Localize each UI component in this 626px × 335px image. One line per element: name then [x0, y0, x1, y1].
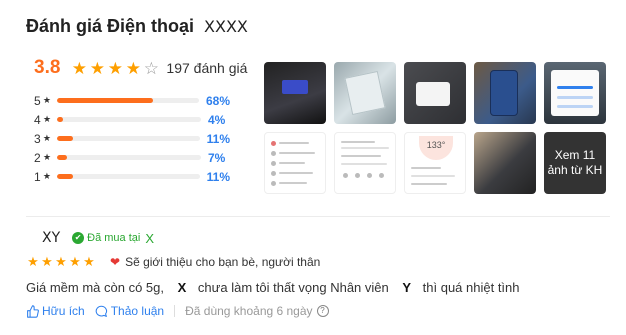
help-icon[interactable]: ?	[316, 305, 329, 317]
photo-thumb-5[interactable]	[544, 62, 606, 124]
rating-bar-fill	[57, 155, 68, 160]
star-filled-icon: ★	[107, 58, 124, 78]
star-icon: ★	[43, 152, 52, 162]
photo-thumb-3[interactable]	[404, 62, 466, 124]
star-filled-icon: ★	[27, 254, 39, 269]
heart-icon: ❤	[110, 255, 121, 269]
rating-bar-row[interactable]: 4 ★ 4%	[34, 110, 230, 129]
review-text-part1: Giá mềm mà còn có 5g,	[26, 280, 164, 295]
photo-thumb-7[interactable]	[334, 132, 396, 194]
helpful-button[interactable]: Hữu ích	[26, 304, 85, 318]
rating-bar-fill	[56, 98, 154, 103]
page-title: Đánh giá Điện thoại	[26, 16, 195, 36]
star-filled-icon: ★	[41, 254, 53, 269]
star-icon: ★	[42, 133, 51, 143]
rating-bar-track	[57, 117, 201, 122]
view-more-line2: ảnh từ KH	[547, 163, 603, 177]
rating-bar-stars: 4	[34, 112, 41, 127]
photo-thumb-1[interactable]	[264, 62, 326, 124]
review-count[interactable]: 197 đánh giá	[166, 60, 247, 76]
rating-bar-percent: 11%	[206, 169, 230, 184]
review-rating: ★ ★ ★ ★ ★ ❤ Sẽ giới thiệu cho bạn bè, người …	[26, 255, 320, 270]
photo-thumb-9[interactable]	[474, 132, 536, 194]
product-name: XXXX	[204, 17, 248, 36]
divider	[26, 216, 610, 217]
purchase-badge: ✔ Đã mua tại X	[72, 231, 154, 246]
star-filled-icon: ★	[125, 58, 142, 78]
star-icon: ★	[42, 95, 51, 105]
average-stars: ★ ★ ★ ★ ☆	[70, 60, 160, 77]
star-icon: ★	[42, 171, 51, 181]
discuss-button[interactable]: Thảo luận	[95, 304, 164, 318]
review-text-part3: thì quá nhiệt tình	[422, 280, 520, 295]
check-icon: ✔	[72, 232, 85, 244]
rating-bar-fill	[56, 174, 73, 179]
star-filled-icon: ★	[89, 58, 106, 78]
rating-bar-row[interactable]: 5 ★ 68%	[34, 91, 230, 110]
rating-bar-track	[57, 155, 201, 160]
rating-bar-stars: 3	[34, 131, 41, 146]
rating-distribution: 5 ★ 68% 4 ★ 4% 3 ★ 11% 2 ★ 7% 1 ★ 11%	[34, 91, 230, 186]
star-filled-icon: ★	[55, 254, 67, 269]
star-filled-icon: ★	[69, 254, 81, 269]
review-author: XY	[42, 230, 61, 246]
rating-bar-row[interactable]: 2 ★ 7%	[34, 148, 230, 167]
rating-bar-stars: 2	[34, 150, 41, 165]
rating-summary: 3.8 ★ ★ ★ ★ ☆ 197 đánh giá	[34, 57, 247, 79]
star-filled-icon: ★	[71, 58, 88, 78]
rating-bar-fill	[57, 117, 63, 122]
photo-thumb-6[interactable]	[264, 132, 326, 194]
purchase-store: X	[145, 230, 155, 246]
rating-bar-track	[56, 98, 199, 103]
review-text-mark2: Y	[402, 280, 412, 295]
rating-bar-track	[56, 136, 200, 141]
rating-bar-percent: 4%	[208, 112, 226, 127]
view-more-photos-button[interactable]: Xem 11 ảnh từ KH	[544, 132, 606, 194]
rating-bar-stars: 1	[34, 169, 41, 184]
recommend-text: Sẽ giới thiệu cho bạn bè, người thân	[125, 255, 321, 269]
rating-bar-stars: 5	[34, 93, 41, 108]
photo-thumb-2[interactable]	[334, 62, 396, 124]
action-separator	[174, 305, 176, 317]
rating-bar-percent: 68%	[205, 93, 230, 108]
review-actions: Hữu ích Thảo luận Đã dùng khoảng 6 ngày …	[26, 304, 329, 318]
page-header: Đánh giá Điện thoại XXXX	[26, 16, 248, 37]
thumb-temp-value: 133°	[426, 140, 446, 150]
rating-bar-row[interactable]: 3 ★ 11%	[34, 129, 230, 148]
star-icon: ★	[43, 114, 52, 124]
review-text-mark1: X	[177, 280, 187, 295]
review-content: Giá mềm mà còn có 5g, X chưa làm tôi thấ…	[26, 280, 520, 295]
photo-thumb-8[interactable]: 133°	[404, 132, 466, 194]
rating-bar-row[interactable]: 1 ★ 11%	[34, 167, 230, 186]
review-stars: ★ ★ ★ ★ ★	[26, 255, 96, 269]
rating-bar-fill	[56, 136, 73, 141]
purchase-label: Đã mua tại	[87, 232, 141, 244]
thumbs-up-icon	[27, 304, 39, 318]
average-rating: 3.8	[34, 57, 61, 78]
helpful-label: Hữu ích	[42, 304, 85, 318]
rating-bar-percent: 7%	[208, 150, 226, 165]
photo-thumb-4[interactable]	[474, 62, 536, 124]
rating-bar-percent: 11%	[206, 131, 230, 146]
star-empty-icon: ☆	[143, 58, 160, 78]
star-filled-icon: ★	[83, 254, 95, 269]
usage-duration: Đã dùng khoảng 6 ngày ?	[185, 304, 329, 318]
rating-bar-track	[56, 174, 200, 179]
discuss-label: Thảo luận	[110, 304, 165, 318]
review-header: XY ✔ Đã mua tại X	[42, 230, 154, 246]
chat-bubble-icon	[95, 305, 107, 317]
view-more-line1: Xem 11	[554, 148, 596, 162]
review-text-part2: chưa làm tôi thất vọng Nhân viên	[197, 280, 389, 295]
usage-duration-text: Đã dùng khoảng 6 ngày	[185, 304, 313, 318]
recommend-note: ❤ Sẽ giới thiệu cho bạn bè, người thân	[110, 255, 320, 269]
